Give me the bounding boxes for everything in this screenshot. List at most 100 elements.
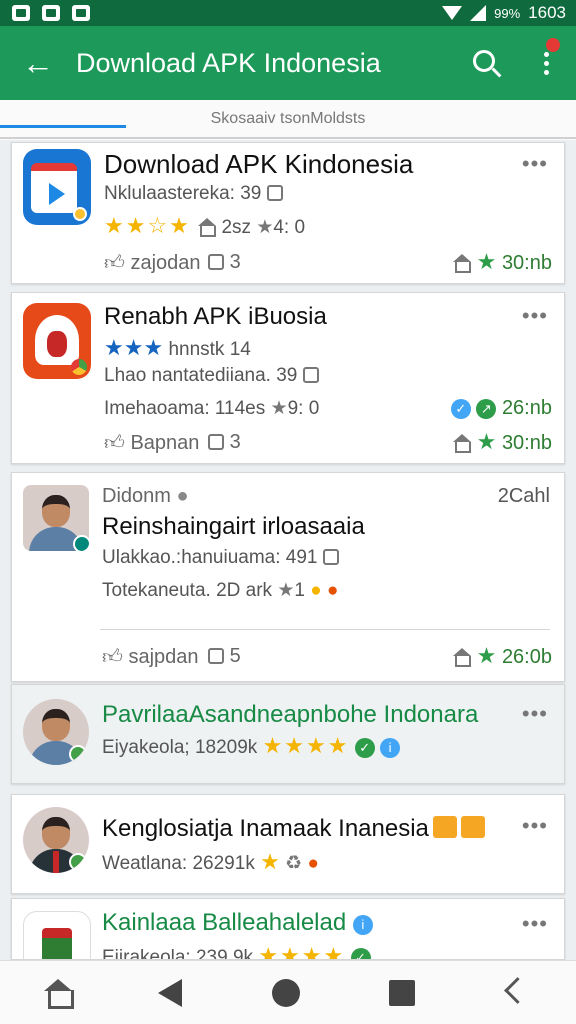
- search-button[interactable]: [456, 26, 516, 100]
- rating-stars: ★: [260, 849, 280, 874]
- home-circle-icon[interactable]: [268, 975, 304, 1011]
- video-player-app-icon: [23, 149, 91, 225]
- home-icon: [451, 434, 472, 453]
- download-info[interactable]: ★ 26:0b: [451, 643, 552, 669]
- comment-icon: [208, 254, 224, 270]
- page-title: Download APK Indonesia: [76, 47, 381, 78]
- home-icon[interactable]: [40, 975, 76, 1011]
- app-title[interactable]: Download APK Kindonesia: [104, 149, 413, 180]
- verified-icon: [73, 535, 89, 551]
- more-options-button[interactable]: [516, 26, 576, 100]
- tab-divider: [0, 137, 576, 139]
- wifi-icon: [442, 6, 463, 20]
- battery-level: 99%: [494, 5, 521, 21]
- app-title[interactable]: Renabh APK iBuosia: [104, 303, 327, 331]
- tab-indicator: [0, 125, 126, 128]
- search-icon: [473, 50, 495, 72]
- info-badge-icon: i: [380, 738, 401, 758]
- post-title[interactable]: Reinshaingairt irloasaaia: [102, 513, 365, 541]
- post-time: 2Cahl: [497, 485, 550, 507]
- post-card[interactable]: PavrilaaAsandneapnbohe Indonara ••• Eiya…: [11, 684, 565, 784]
- like-button[interactable]: 👍︎ Bapnan: [104, 431, 199, 455]
- comment-button[interactable]: 3: [208, 251, 241, 274]
- post-title[interactable]: Kenglosiatja Inamaak Inanesia: [102, 815, 485, 843]
- rating-stars: ★★★★: [262, 733, 350, 758]
- comment-icon: [208, 648, 224, 664]
- stats-row: Eiyakeola; 18209k ★★★★ ✓ i: [102, 733, 401, 759]
- emoji-icon: ●: [307, 853, 319, 874]
- rating-stars: ★★★: [104, 335, 164, 360]
- overflow-menu-icon[interactable]: •••: [522, 701, 548, 727]
- emoji-icon: ●: [327, 580, 339, 601]
- home-icon: [451, 648, 472, 667]
- post-card[interactable]: Kenglosiatja Inamaak Inanesia ••• Weatla…: [11, 794, 565, 894]
- back-icon[interactable]: [152, 975, 188, 1011]
- check-badge-icon: ✓: [350, 948, 371, 959]
- chat-bubble-app-icon: [23, 303, 91, 379]
- comment-icon: [208, 434, 224, 450]
- recents-icon[interactable]: [384, 975, 420, 1011]
- overflow-menu-icon[interactable]: •••: [522, 813, 548, 839]
- chart-icon: ↗: [476, 399, 497, 419]
- jar-app-icon: [23, 911, 91, 959]
- app-card[interactable]: Renabh APK iBuosia ••• ★★★ hnnstk 14 Lha…: [11, 292, 565, 464]
- overflow-menu-icon[interactable]: •••: [522, 911, 548, 937]
- divider: [100, 629, 550, 630]
- notification-dot: [546, 37, 560, 52]
- download-info[interactable]: ★ 30:nb: [451, 249, 552, 275]
- stats-row: Weatlana: 26291k ★ ♻ ●: [102, 849, 319, 874]
- clock: 1603: [528, 3, 566, 22]
- thumbs-up-icon: 👍︎: [102, 646, 123, 668]
- app-bar: ← Download APK Indonesia: [0, 26, 576, 100]
- info-icon: [322, 549, 339, 565]
- home-icon: [196, 218, 217, 237]
- author-avatar[interactable]: [23, 807, 89, 873]
- app-card[interactable]: Download APK Kindonesia ••• Nklulaastere…: [11, 142, 565, 284]
- favorite-star-icon: ★: [476, 429, 497, 454]
- overflow-menu-icon[interactable]: •••: [522, 303, 548, 329]
- comment-button[interactable]: 5: [208, 645, 241, 668]
- back-arrow-icon[interactable]: ←: [0, 26, 76, 100]
- author-name[interactable]: Didonm ●: [102, 485, 189, 508]
- post-title[interactable]: PavrilaaAsandneapnbohe Indonara: [102, 701, 478, 729]
- author-avatar[interactable]: [23, 485, 89, 551]
- share-icon[interactable]: [498, 975, 534, 1011]
- stats-row: Eiirakeola: 239 9k ★★★★ ✓: [102, 943, 371, 960]
- app-description: Lhao nantatediiana. 39: [104, 365, 319, 387]
- info-icon: [266, 185, 283, 201]
- rating-row: ★★☆★ 2sz ★4: 0: [104, 213, 306, 238]
- flag-icon: [460, 816, 485, 838]
- size-info: ✓ ↗ 26:nb: [450, 397, 552, 420]
- download-info[interactable]: ★ 30:nb: [451, 429, 552, 455]
- rating-stars: ★★★★: [258, 943, 346, 960]
- check-badge-icon: ✓: [354, 738, 375, 758]
- tab-strip[interactable]: Skosaaiv tsonMoldsts: [0, 100, 576, 140]
- more-vert-icon: [542, 37, 560, 75]
- author-avatar[interactable]: [23, 699, 89, 765]
- verified-icon: [69, 853, 87, 871]
- info-badge-icon: i: [352, 915, 373, 935]
- media-notification-icon: [42, 5, 60, 21]
- info-icon: [302, 367, 319, 383]
- verified-icon: [69, 745, 87, 763]
- emoji-icon: ●: [310, 580, 322, 601]
- notification-icons: [12, 5, 90, 21]
- thumbs-up-icon: 👍︎: [104, 252, 125, 274]
- app-subtitle: Nklulaastereka: 39: [104, 183, 283, 205]
- app-subtitle: ★★★ hnnstk 14: [104, 335, 251, 360]
- favorite-star-icon: ★: [476, 249, 497, 274]
- stats-row: Totekaneuta. 2D ark ★1 ● ●: [102, 580, 339, 601]
- app-card[interactable]: Kainlaaa Balleahalelad i ••• Eiirakeola:…: [11, 898, 565, 960]
- comment-button[interactable]: 3: [208, 431, 241, 454]
- post-card[interactable]: Didonm ● 2Cahl Reinshaingairt irloasaaia…: [11, 472, 565, 682]
- post-description: Ulakkao.:hanuiuama: 491: [102, 547, 339, 569]
- like-button[interactable]: 👍︎ sajpdan: [102, 645, 199, 669]
- favorite-star-icon: ★: [476, 643, 497, 668]
- app-title[interactable]: Kainlaaa Balleahalelad i: [102, 909, 373, 937]
- stats-row: Imehaoama: 114es ★9: 0: [104, 398, 320, 419]
- signal-icon: [470, 5, 487, 21]
- recycle-icon: ♻: [285, 853, 303, 874]
- overflow-menu-icon[interactable]: •••: [522, 151, 548, 177]
- app-notification-icon: [72, 5, 90, 21]
- like-button[interactable]: 👍︎ zajodan: [104, 251, 201, 275]
